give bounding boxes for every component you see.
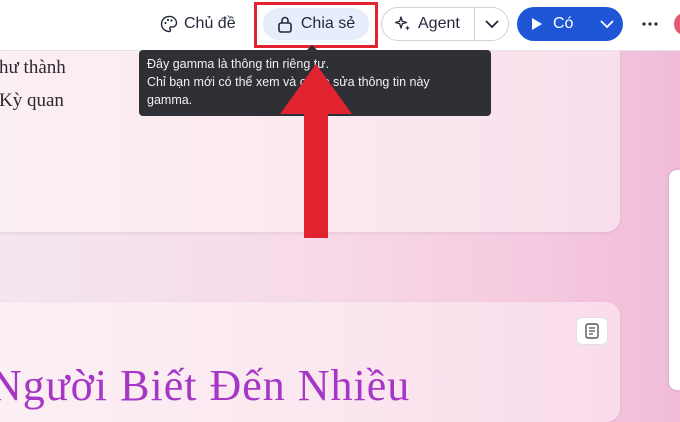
agent-button[interactable]: Agent	[382, 15, 474, 33]
card-notes-button[interactable]	[576, 317, 608, 345]
card-title: Người Biết Đến Nhiều	[0, 361, 411, 410]
more-icon	[642, 22, 658, 26]
chevron-down-icon	[485, 20, 498, 28]
palette-icon	[160, 15, 178, 33]
sparkle-icon	[394, 16, 410, 31]
agent-dropdown-button[interactable]	[475, 20, 508, 29]
card-text-line-1: hư thành	[0, 57, 66, 78]
side-panel-edge	[669, 170, 680, 390]
annotation-arrow	[280, 64, 352, 238]
chevron-down-icon	[600, 20, 614, 28]
play-icon	[532, 18, 542, 30]
agent-button-group: Agent	[381, 7, 509, 41]
present-dropdown-button[interactable]	[591, 20, 623, 29]
present-label: Có	[553, 15, 574, 32]
theme-button[interactable]: Chủ đề	[160, 10, 236, 38]
present-button[interactable]: Có	[517, 15, 591, 33]
share-highlight-box	[254, 2, 378, 48]
theme-label: Chủ đề	[184, 15, 236, 32]
notes-icon	[585, 323, 599, 339]
card-text-line-2: Kỳ quan	[0, 90, 64, 111]
agent-label: Agent	[418, 15, 460, 32]
present-button-group: Có	[517, 7, 623, 41]
more-options-button[interactable]	[638, 12, 662, 36]
